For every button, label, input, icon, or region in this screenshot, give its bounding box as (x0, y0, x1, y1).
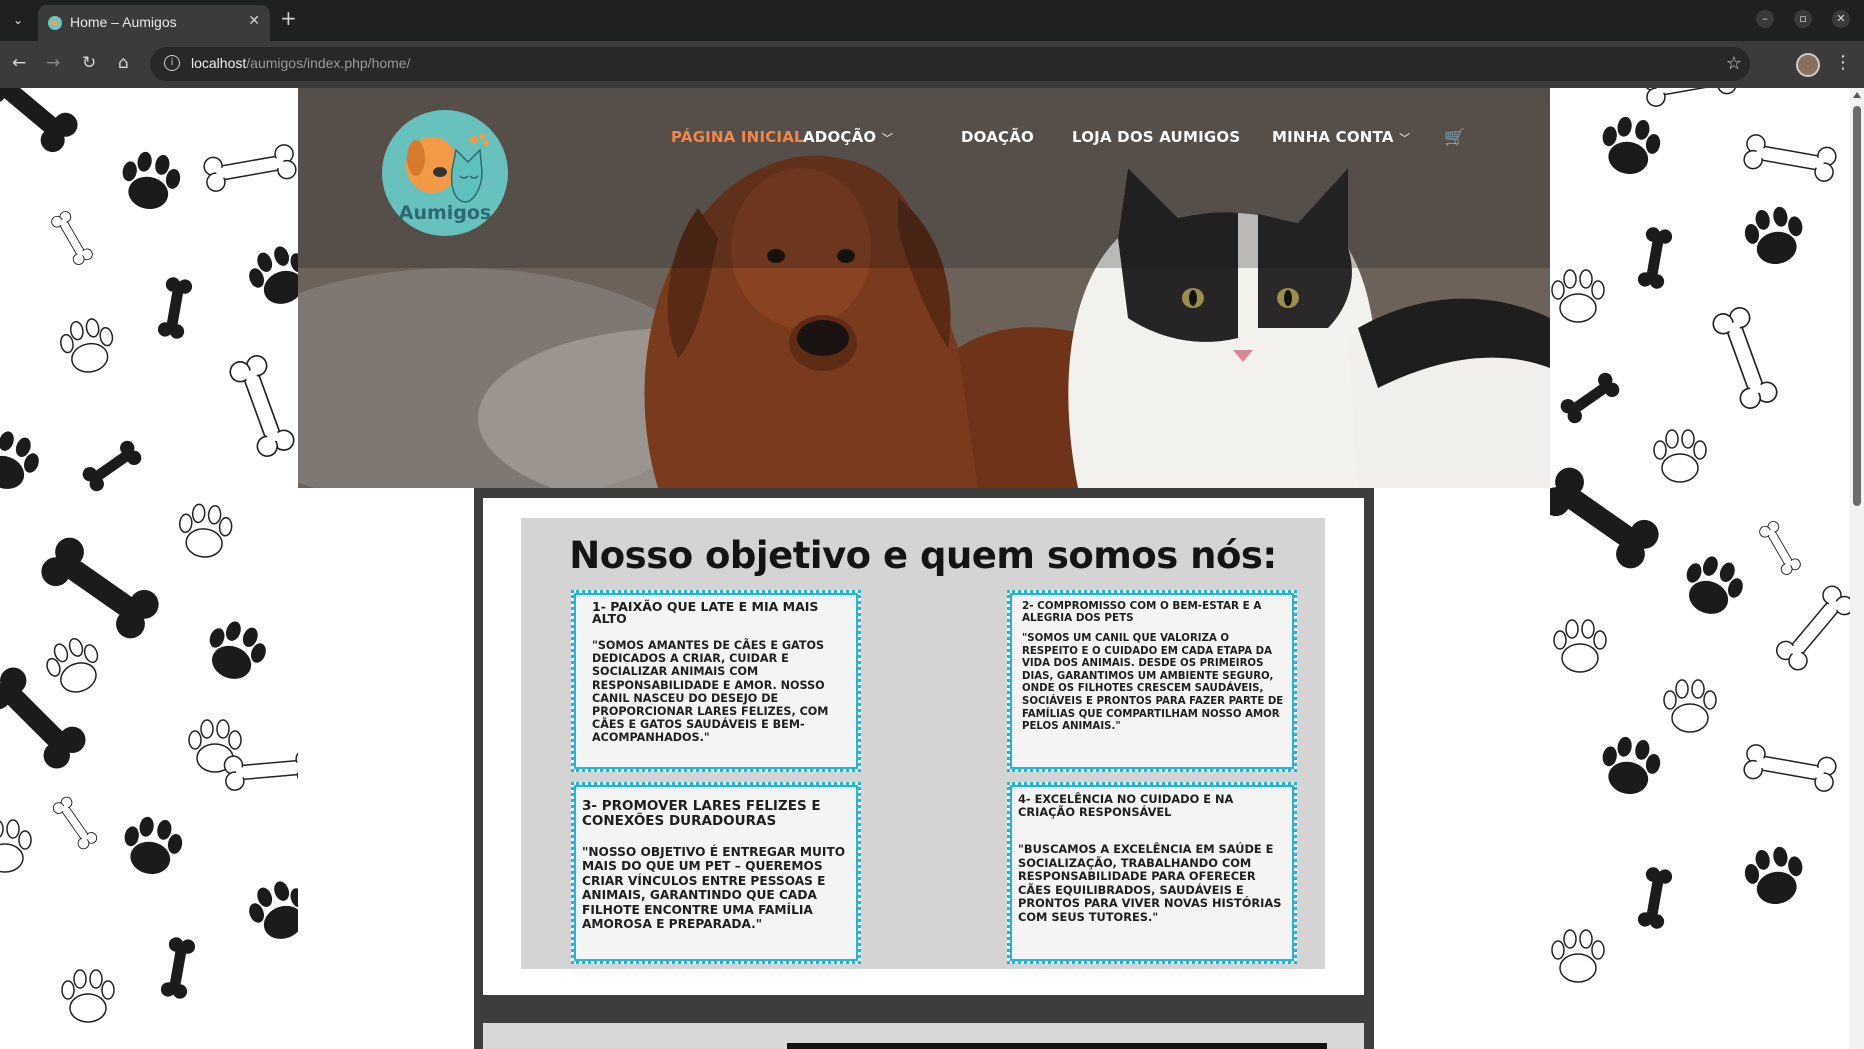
close-window-icon[interactable]: ✕ (1832, 10, 1850, 28)
restore-icon[interactable]: ▫ (1794, 10, 1812, 28)
browser-tab[interactable]: Home – Aumigos ✕ (38, 5, 270, 41)
address-bar[interactable]: i localhost/aumigos/index.php/home/ ☆ (150, 47, 1750, 81)
mission-card-4: 4- EXCELÊNCIA NO CUIDADO E NA CRIAÇÃO RE… (1007, 782, 1297, 964)
bookmark-star-icon[interactable]: ☆ (1726, 53, 1742, 74)
content-frame: Nosso objetivo e quem somos nós: 1- PAIX… (474, 488, 1374, 1049)
reload-icon[interactable]: ↻ (82, 53, 96, 73)
minimize-icon[interactable]: – (1756, 10, 1774, 28)
mission-poster: Nosso objetivo e quem somos nós: 1- PAIX… (521, 518, 1325, 969)
back-icon[interactable]: ← (12, 53, 26, 73)
nav-adocao[interactable]: ADOÇÃO ﹀ (803, 128, 893, 146)
page-container: Aumigos PÁGINA INICIAL ADOÇÃO ﹀ DOAÇÃO L… (298, 88, 1550, 1049)
logo-text: Aumigos (398, 202, 492, 224)
url-text[interactable]: localhost/aumigos/index.php/home/ (191, 55, 410, 71)
card-body: "NOSSO OBJETIVO É ENTREGAR MUITO MAIS DO… (582, 845, 846, 932)
page-scrollbar[interactable] (1850, 88, 1864, 1049)
poster-container: Nosso objetivo e quem somos nós: 1- PAIX… (483, 498, 1364, 995)
chevron-down-icon: ﹀ (881, 132, 894, 145)
card-heading: 1- PAIXÃO QUE LATE E MIA MAIS ALTO (592, 599, 819, 626)
card-body: "BUSCAMOS A EXCELÊNCIA EM SAÚDE E SOCIAL… (1018, 842, 1282, 924)
card-heading: 4- EXCELÊNCIA NO CUIDADO E NA CRIAÇÃO RE… (1018, 792, 1234, 819)
close-tab-icon[interactable]: ✕ (248, 13, 260, 29)
tab-search-chevron-icon[interactable]: ⌄ (8, 10, 28, 30)
new-tab-icon[interactable]: + (280, 8, 297, 28)
nav-pagina-inicial[interactable]: PÁGINA INICIAL (671, 128, 804, 146)
nav-doacao[interactable]: DOAÇÃO (961, 128, 1034, 146)
cart-icon[interactable]: 🛒 (1444, 128, 1465, 148)
tab-title: Home – Aumigos (70, 14, 177, 30)
address-toolbar: ← → ↻ ⌂ i localhost/aumigos/index.php/ho… (0, 41, 1864, 88)
nav-loja-dos-aumigos[interactable]: LOJA DOS AUMIGOS (1072, 128, 1240, 146)
card-heading: 2- COMPROMISSO COM O BEM-ESTAR E A ALEGR… (1022, 600, 1262, 624)
card-body: "SOMOS AMANTES DE CÃES E GATOS DEDICADOS… (592, 639, 829, 745)
nav-minha-conta[interactable]: MINHA CONTA ﹀ (1272, 128, 1410, 146)
next-section-preview (483, 1023, 1364, 1049)
site-logo[interactable]: Aumigos (382, 110, 508, 236)
mission-card-2: 2- COMPROMISSO COM O BEM-ESTAR E A ALEGR… (1007, 590, 1297, 772)
chevron-down-icon: ﹀ (1399, 132, 1411, 145)
profile-avatar[interactable] (1796, 53, 1820, 77)
mission-card-1: 1- PAIXÃO QUE LATE E MIA MAIS ALTO "SOMO… (571, 590, 861, 772)
scroll-up-arrow-icon[interactable] (1853, 92, 1861, 98)
card-heading: 3- PROMOVER LARES FELIZES E CONEXÕES DUR… (582, 798, 821, 829)
forward-icon[interactable]: → (46, 53, 60, 73)
card-body: "SOMOS UM CANIL QUE VALORIZA O RESPEITO … (1022, 633, 1284, 733)
home-icon[interactable]: ⌂ (118, 53, 129, 73)
favicon-icon (48, 16, 62, 30)
mission-card-3: 3- PROMOVER LARES FELIZES E CONEXÕES DUR… (571, 782, 861, 964)
site-info-icon[interactable]: i (164, 55, 180, 71)
poster-title: Nosso objetivo e quem somos nós: (569, 534, 1277, 577)
scrollbar-thumb[interactable] (1853, 106, 1861, 506)
browser-tab-bar: ⌄ Home – Aumigos ✕ + – ▫ ✕ (0, 0, 1864, 41)
section-divider (787, 1043, 1327, 1049)
browser-menu-icon[interactable]: ⋮ (1834, 52, 1852, 73)
page-viewport: Aumigos PÁGINA INICIAL ADOÇÃO ﹀ DOAÇÃO L… (0, 88, 1864, 1049)
hero-image: Aumigos PÁGINA INICIAL ADOÇÃO ﹀ DOAÇÃO L… (298, 88, 1550, 488)
